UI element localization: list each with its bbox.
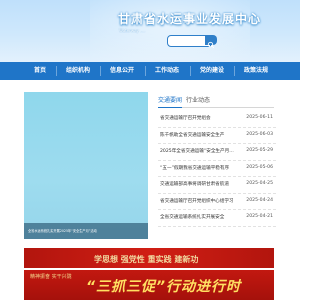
list-item[interactable]: 交通运输部高事将调研甘肃省航道 2025-04-25 [158,177,276,194]
news-carousel[interactable]: 全省水运系统扎实开展2025年“安全生产月”活动 [24,92,148,239]
list-item[interactable]: 省交通运输厅召开党组会 2025-06-11 [158,111,276,128]
nav-separator [145,66,146,76]
promo-banner-text: 学思想 强党性 重实践 建新功 [94,255,199,264]
nav-separator [100,66,101,76]
site-title[interactable]: 甘肃省水运事业发展中心 [118,10,261,27]
promo-banner-study[interactable]: 学思想 强党性 重实践 建新功 [24,248,274,268]
nav-item-organization[interactable]: 组织机构 [64,62,92,80]
list-item[interactable]: 省交通运输厅召开党组织中心组学习 2025-04-24 [158,194,276,210]
news-date: 2025-04-21 [246,214,273,219]
tab-transport-news[interactable]: 交通要闻 [158,95,182,108]
list-item[interactable]: 2025年全省交通运输“安全生产月”活动 2025-05-29 [158,144,276,161]
nav-item-work-news[interactable]: 工作动态 [153,62,181,80]
news-title[interactable]: 全省交通运输系统扎实开展安全 [160,214,234,220]
nav-separator [56,66,57,76]
header-glow [90,0,250,60]
news-title[interactable]: 省交通运输厅召开党组会 [160,115,234,121]
list-item[interactable]: “五一”假期我省交通运输平稳有序 2025-05-06 [158,161,276,177]
promo-small-text: 精神振奋 实干兴陇 [30,274,72,280]
promo-headline: “三抓三促”行动进行时 [86,279,242,295]
nav-item-policies[interactable]: 政策法规 [242,62,270,80]
news-title[interactable]: “五一”假期我省交通运输平稳有序 [160,165,234,171]
news-date: 2025-06-11 [246,115,273,120]
news-list: 省交通运输厅召开党组会 2025-06-11 陈千帆助全省交通运输安全生产 20… [158,111,276,227]
news-title[interactable]: 陈千帆助全省交通运输安全生产 [160,132,234,138]
site-header: 甘肃省水运事业发展中心 Waterway .... [0,0,300,62]
nav-separator [190,66,191,76]
search-icon [207,41,215,49]
site-subtitle: Waterway .... [119,28,146,33]
tab-industry-news[interactable]: 行业动态 [186,95,210,107]
nav-separator [234,66,235,76]
news-date: 2025-05-29 [246,148,273,153]
list-item[interactable]: 陈千帆助全省交通运输安全生产 2025-06-03 [158,128,276,144]
news-title[interactable]: 交通运输部高事将调研甘肃省航道 [160,181,234,187]
nav-item-party-building[interactable]: 党的建设 [198,62,226,80]
search-button[interactable] [205,35,217,49]
list-item[interactable]: 全省交通运输系统扎实开展安全 2025-04-21 [158,210,276,227]
news-date: 2025-04-25 [246,181,273,186]
news-tabs: 交通要闻 行业动态 [158,95,274,108]
main-nav: 首页 组织机构 信息公开 工作动态 党的建设 政策法规 [0,62,300,80]
carousel-dots [128,229,144,233]
nav-item-info-disclosure[interactable]: 信息公开 [108,62,136,80]
news-date: 2025-06-03 [246,131,273,137]
promo-banner-campaign[interactable]: 精神振奋 实干兴陇 “三抓三促”行动进行时 [24,270,274,300]
news-title[interactable]: 2025年全省交通运输“安全生产月”活动 [160,148,234,154]
news-date: 2025-04-24 [246,197,273,203]
news-date: 2025-05-06 [246,164,273,170]
nav-item-home[interactable]: 首页 [30,62,50,80]
news-title[interactable]: 省交通运输厅召开党组织中心组学习 [160,198,234,204]
